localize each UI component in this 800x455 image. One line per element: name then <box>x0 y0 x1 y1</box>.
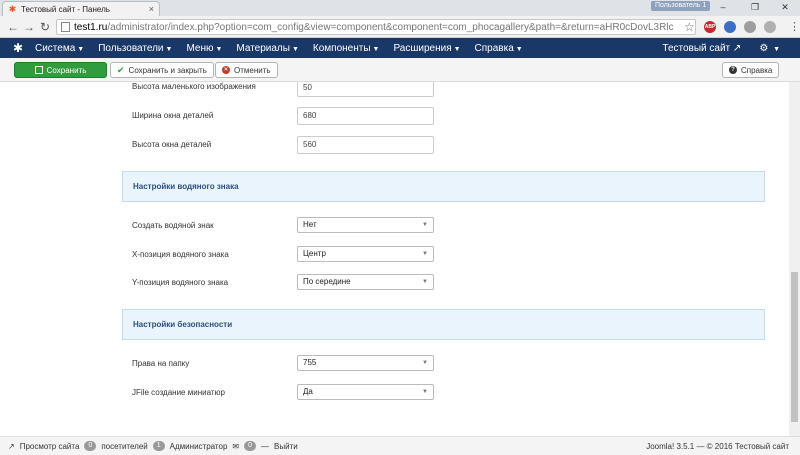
admin-statusbar: ↗ Просмотр сайта 0 посетителей 1 Админис… <box>0 436 800 455</box>
browser-user-badge[interactable]: Пользователь 1 <box>651 1 711 11</box>
url-host: test1.ru <box>74 21 108 33</box>
chevron-down-icon: ▼ <box>422 279 428 285</box>
extension-gray-icon[interactable] <box>744 21 756 33</box>
nav-menu-system[interactable]: Система ▼ <box>28 43 91 54</box>
mail-icon: ✉ <box>232 441 240 451</box>
create-watermark-select[interactable]: Нет ▼ <box>297 217 434 233</box>
chevron-down-icon: ▼ <box>215 45 223 53</box>
tab-close-icon[interactable]: × <box>149 4 154 14</box>
detail-width-input[interactable]: 680 <box>297 107 434 125</box>
help-label: Справка <box>741 65 773 75</box>
back-arrow-icon[interactable]: ← <box>6 20 20 34</box>
folder-permissions-select[interactable]: 755 ▼ <box>297 355 434 371</box>
close-window-button[interactable]: ✕ <box>774 1 796 14</box>
url-path: /administrator/index.php?option=com_conf… <box>107 21 674 33</box>
watermark-section-header: Настройки водяного знака <box>122 171 765 202</box>
field-label-jfile-thumbs: JFile создание миниатюр <box>132 388 225 397</box>
help-button[interactable]: ? Справка <box>722 62 780 78</box>
admin-navbar: ✱ Система ▼ Пользователи ▼ Меню ▼ Материалы… <box>0 38 800 58</box>
user-settings-gear-icon[interactable]: ⚙ ▼ <box>759 43 780 54</box>
logout-link[interactable]: Выйти <box>274 442 298 451</box>
forward-arrow-icon[interactable]: → <box>22 20 36 34</box>
save-close-button[interactable]: ✔ Сохранить и закрыть <box>110 62 214 78</box>
save-close-label: Сохранить и закрыть <box>128 65 207 75</box>
external-link-icon: ↗ <box>8 441 15 451</box>
field-label-detail-width: Ширина окна деталей <box>132 111 214 120</box>
check-icon: ✔ <box>117 64 125 75</box>
reload-icon[interactable]: ↻ <box>38 20 52 34</box>
minus-icon: — <box>261 441 269 451</box>
maximize-button[interactable]: ❐ <box>744 1 766 14</box>
thumb-height-input[interactable]: 50 <box>297 82 434 97</box>
chevron-down-icon: ▼ <box>422 251 428 257</box>
save-button[interactable]: Сохранить <box>14 62 107 78</box>
security-section-header: Настройки безопасности <box>122 309 765 340</box>
nav-menu-extensions[interactable]: Расширения ▼ <box>386 43 467 54</box>
watermark-x-select[interactable]: Центр ▼ <box>297 246 434 262</box>
chevron-down-icon: ▼ <box>165 45 173 53</box>
adblock-icon[interactable]: ABP <box>704 21 716 33</box>
chevron-down-icon: ▼ <box>422 389 428 395</box>
chevron-down-icon: ▼ <box>77 45 85 53</box>
extension-gray2-icon[interactable] <box>764 21 776 33</box>
field-label-watermark-y: Y-позиция водяного знака <box>132 278 229 287</box>
nav-menu-help[interactable]: Справка ▼ <box>468 43 530 54</box>
section-title: Настройки безопасности <box>133 320 233 329</box>
detail-height-input[interactable]: 560 <box>297 136 434 154</box>
nav-menu-users[interactable]: Пользователи ▼ <box>91 43 179 54</box>
chevron-down-icon: ▼ <box>453 45 461 53</box>
cancel-button[interactable]: ✕ Отменить <box>215 62 278 78</box>
cancel-icon: ✕ <box>222 66 230 74</box>
chevron-down-icon: ▼ <box>291 45 299 53</box>
url-input[interactable]: test1.ru /administrator/index.php?option… <box>56 19 696 35</box>
help-icon: ? <box>729 66 737 74</box>
field-label-watermark-x: X-позиция водяного знака <box>132 250 229 259</box>
save-label: Сохранить <box>46 65 87 75</box>
messages-badge[interactable]: 0 <box>244 441 256 451</box>
nav-menu-menus[interactable]: Меню ▼ <box>179 43 229 54</box>
field-label-detail-height: Высота окна деталей <box>132 140 212 149</box>
nav-menu-components[interactable]: Компоненты ▼ <box>306 43 387 54</box>
minimize-button[interactable]: – <box>712 1 734 14</box>
external-link-icon: ↗ <box>732 42 742 54</box>
chevron-down-icon: ▼ <box>422 360 428 366</box>
browser-toolbar: ← → ↻ test1.ru /administrator/index.php?… <box>0 16 800 38</box>
visitors-badge: 0 <box>84 441 97 451</box>
field-label-thumb-height: Высота маленького изображения <box>132 82 256 91</box>
version-text: Joomla! 3.5.1 — © 2016 Тестовый сайт <box>646 442 789 451</box>
watermark-y-select[interactable]: По середине ▼ <box>297 274 434 290</box>
scrollbar-thumb[interactable] <box>791 272 798 422</box>
chevron-down-icon: ▼ <box>515 45 523 53</box>
site-link[interactable]: Тестовый сайт ↗ <box>662 43 741 54</box>
joomla-logo-icon[interactable]: ✱ <box>8 41 28 55</box>
save-icon <box>34 66 43 74</box>
browser-tab[interactable]: ✱ Тестовый сайт - Панель × <box>2 1 160 16</box>
action-toolbar: Сохранить ✔ Сохранить и закрыть ✕ Отмени… <box>0 58 800 82</box>
bookmark-star-icon[interactable]: ☆ <box>684 20 695 34</box>
joomla-favicon-icon: ✱ <box>8 3 17 14</box>
browser-menu-icon[interactable]: ⋮ <box>789 20 800 33</box>
admins-label[interactable]: Администратор <box>170 442 228 451</box>
page-icon <box>61 22 70 32</box>
page-scrollbar[interactable] <box>789 82 800 436</box>
chevron-down-icon: ▼ <box>372 45 380 53</box>
visitors-label: посетителей <box>101 441 148 451</box>
chevron-down-icon: ▼ <box>422 222 428 228</box>
browser-titlebar: ✱ Тестовый сайт - Панель × Пользователь … <box>0 0 800 16</box>
section-title: Настройки водяного знака <box>133 182 239 191</box>
cancel-label: Отменить <box>234 65 271 75</box>
tab-title: Тестовый сайт - Панель <box>21 4 110 14</box>
admins-badge: 1 <box>152 441 165 451</box>
config-form: Высота маленького изображения 50 Ширина … <box>0 82 789 436</box>
field-label-folder-permissions: Права на папку <box>132 359 190 368</box>
jfile-thumbs-select[interactable]: Да ▼ <box>297 384 434 400</box>
nav-menu-content[interactable]: Материалы ▼ <box>229 43 305 54</box>
view-site-link[interactable]: Просмотр сайта <box>20 442 80 451</box>
extension-blue-icon[interactable] <box>724 21 736 33</box>
field-label-create-watermark: Создать водяной знак <box>132 221 214 230</box>
